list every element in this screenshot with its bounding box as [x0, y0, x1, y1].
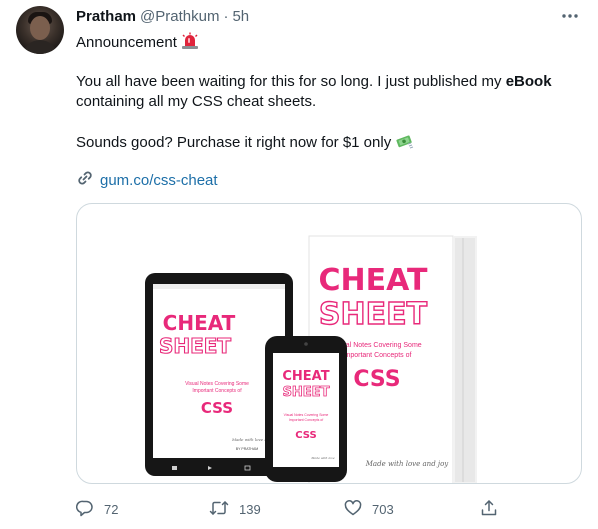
- book-cheat-title: CHEAT: [319, 263, 429, 298]
- share-icon: [480, 499, 498, 520]
- author-name[interactable]: Pratham: [76, 8, 136, 25]
- like-button[interactable]: 703: [344, 497, 394, 521]
- tablet-cheat-title: CHEAT: [163, 311, 236, 335]
- retweet-count: 139: [239, 501, 261, 517]
- book-signature: Made with love and joy: [365, 460, 450, 468]
- timestamp[interactable]: 5h: [232, 8, 249, 25]
- tweet[interactable]: Pratham @Prathkum · 5h Announcement You …: [0, 0, 598, 529]
- phone-mockup: CHEAT SHEET Visual Notes Covering Some I…: [265, 336, 347, 482]
- tweet-line-purchase: Sounds good? Purchase it right now for $…: [76, 132, 415, 156]
- announcement-text: Announcement: [76, 34, 177, 51]
- tweet-link[interactable]: gum.co/css-cheat: [76, 170, 218, 190]
- phone-signature: Made with love: [310, 456, 335, 460]
- phone-subtitle-2: Important Concepts of: [289, 418, 323, 422]
- tweet-header: Pratham @Prathkum · 5h: [76, 6, 249, 26]
- link-text[interactable]: gum.co/css-cheat: [100, 172, 218, 189]
- tablet-byline: BY PRATHAM: [236, 447, 259, 451]
- avatar-face: [30, 16, 50, 40]
- tablet-subtitle-1: Visual Notes Covering Some: [185, 381, 249, 387]
- reply-icon: [75, 499, 94, 520]
- siren-emoji: [181, 32, 199, 56]
- tweet-line-announcement: Announcement: [76, 32, 199, 56]
- reply-button[interactable]: 72: [75, 497, 119, 521]
- book-sheet-title: SHEET: [319, 297, 428, 332]
- ebook-mockup-illustration: CHEAT SHEET Visual Notes Covering Some I…: [145, 235, 477, 483]
- phone-sheet-title: SHEET: [283, 385, 330, 400]
- tweet-line-body-2: containing all my CSS cheat sheets.: [76, 93, 317, 110]
- tablet-subtitle-2: Important Concepts of: [192, 388, 242, 394]
- phone-topic: CSS: [295, 430, 316, 441]
- tweet-line-body-1: You all have been waiting for this for s…: [76, 72, 552, 92]
- like-icon: [344, 499, 362, 520]
- link-icon: [76, 169, 94, 191]
- book-subtitle-2: Important Concepts of: [343, 352, 412, 359]
- separator: ·: [223, 7, 229, 25]
- avatar[interactable]: [16, 6, 64, 54]
- avatar-body: [22, 40, 58, 54]
- retweet-button[interactable]: 139: [209, 497, 261, 521]
- book-topic: CSS: [353, 367, 400, 392]
- body-bold-ebook: eBook: [505, 73, 552, 90]
- reply-count: 72: [104, 501, 119, 517]
- tablet-sheet-title: SHEET: [159, 334, 231, 358]
- tweet-actions: 72 139 703: [75, 497, 582, 521]
- media-image[interactable]: CHEAT SHEET Visual Notes Covering Some I…: [76, 203, 582, 484]
- phone-cheat-title: CHEAT: [282, 369, 329, 384]
- author-handle[interactable]: @Prathkum: [140, 8, 219, 25]
- share-button[interactable]: [480, 497, 498, 521]
- money-emoji: [395, 132, 415, 156]
- retweet-icon: [209, 499, 229, 520]
- phone-subtitle-1: Visual Notes Covering Some: [284, 413, 329, 417]
- purchase-text: Sounds good? Purchase it right now for $…: [76, 134, 392, 151]
- body-text-1: You all have been waiting for this for s…: [76, 73, 506, 90]
- tablet-topic: CSS: [201, 399, 233, 417]
- more-icon[interactable]: [560, 6, 580, 26]
- like-count: 703: [372, 501, 394, 517]
